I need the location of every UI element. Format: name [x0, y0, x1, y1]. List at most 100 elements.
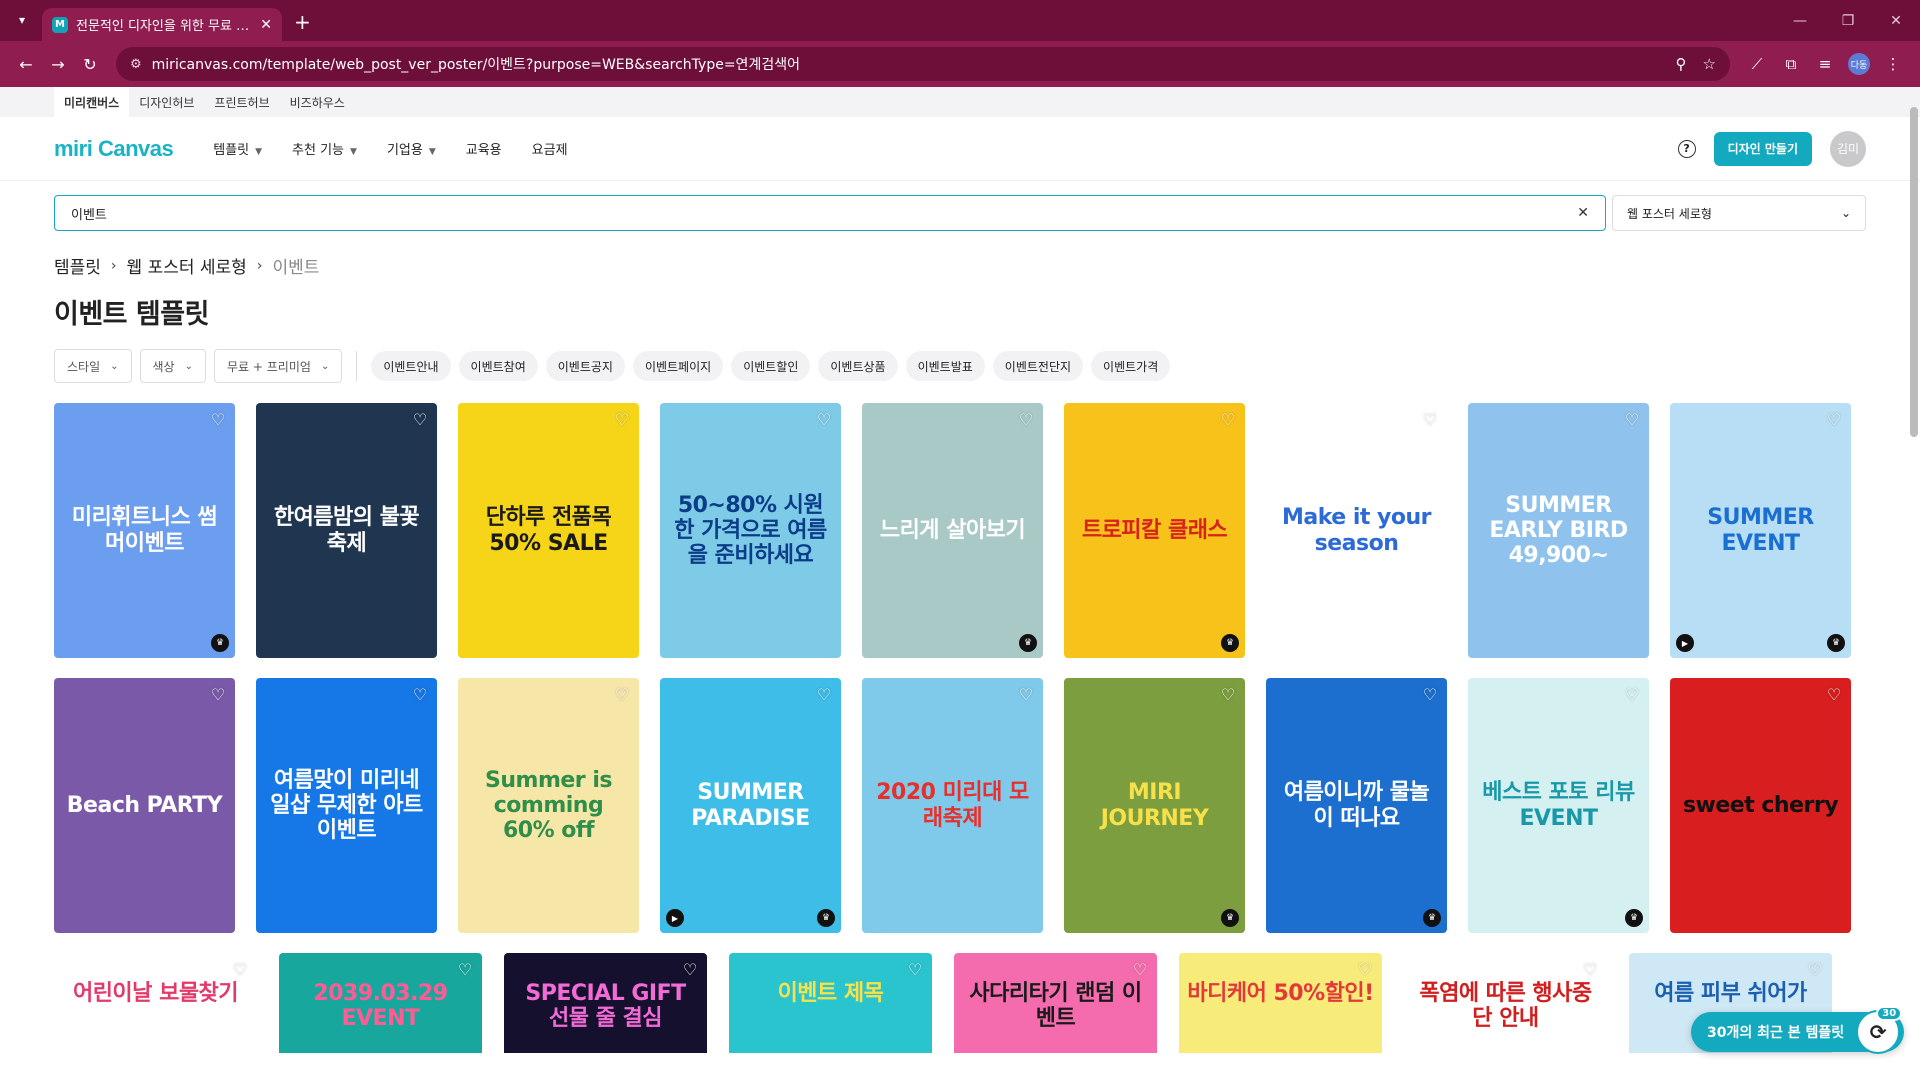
template-search-input[interactable]: 이벤트 ✕ — [54, 195, 1606, 231]
minimize-icon[interactable]: — — [1776, 0, 1824, 41]
miricanvas-logo[interactable]: miri Canvas — [54, 136, 174, 162]
extension-icon[interactable]: ⟋ — [1740, 48, 1774, 80]
media-control-icon[interactable]: ≡ — [1808, 48, 1842, 80]
forward-arrow-icon[interactable]: → — [42, 48, 74, 80]
template-card[interactable]: 폭염에 따른 행사중단 안내 ♡ — [1404, 953, 1607, 1053]
site-info-icon[interactable]: ⚙ — [130, 57, 142, 72]
nav-features[interactable]: 추천 기능 ▼ — [292, 139, 357, 158]
browser-tab[interactable]: M 전문적인 디자인을 위한 무료 디자인 ✕ — [42, 8, 282, 41]
template-card[interactable]: 50~80% 시원한 가격으로 여름을 준비하세요 ♡ — [660, 403, 841, 658]
template-card[interactable]: 미리휘트니스 썸머이벤트 ♡ ♛ — [54, 403, 235, 658]
keyword-chip[interactable]: 이벤트참여 — [458, 351, 538, 381]
favorite-heart-icon[interactable]: ♡ — [1421, 411, 1439, 429]
favorite-heart-icon[interactable]: ♡ — [1825, 411, 1843, 429]
profile-avatar[interactable]: 다동 — [1848, 53, 1870, 75]
template-card[interactable]: SUMMER EVENT ♡ ♛ ▶ — [1670, 403, 1851, 658]
keyword-chip[interactable]: 이벤트할인 — [731, 351, 811, 381]
tab-close-icon[interactable]: ✕ — [260, 17, 272, 33]
favorite-heart-icon[interactable]: ♡ — [1131, 961, 1149, 979]
site-link-bizhouse[interactable]: 비즈하우스 — [280, 87, 355, 117]
keyword-chip[interactable]: 이벤트안내 — [371, 351, 451, 381]
color-filter-dropdown[interactable]: 색상 ⌄ — [139, 349, 206, 383]
keyword-chip[interactable]: 이벤트전단지 — [992, 351, 1084, 381]
favorite-heart-icon[interactable]: ♡ — [231, 961, 249, 979]
zoom-icon[interactable]: ⚲ — [1676, 55, 1687, 73]
template-card[interactable]: 2020 미리대 모래축제 ♡ — [862, 678, 1043, 933]
favorite-heart-icon[interactable]: ♡ — [613, 411, 631, 429]
favorite-heart-icon[interactable]: ♡ — [1581, 961, 1599, 979]
create-design-button[interactable]: 디자인 만들기 — [1713, 131, 1812, 166]
window-close-icon[interactable]: ✕ — [1872, 0, 1920, 41]
favorite-heart-icon[interactable]: ♡ — [681, 961, 699, 979]
template-card[interactable]: 베스트 포토 리뷰 EVENT ♡ ♛ — [1468, 678, 1649, 933]
breadcrumb-web-poster[interactable]: 웹 포스터 세로형 — [127, 253, 247, 278]
price-filter-dropdown[interactable]: 무료 + 프리미엄 ⌄ — [214, 349, 343, 383]
page-scrollbar[interactable] — [1910, 107, 1918, 437]
favorite-heart-icon[interactable]: ♡ — [815, 411, 833, 429]
favorite-heart-icon[interactable]: ♡ — [1825, 686, 1843, 704]
keyword-chip[interactable]: 이벤트발표 — [905, 351, 985, 381]
nav-templates[interactable]: 템플릿 ▼ — [213, 139, 262, 158]
reload-icon[interactable]: ↻ — [74, 48, 106, 80]
favorite-heart-icon[interactable]: ♡ — [411, 411, 429, 429]
nav-education[interactable]: 교육용 — [466, 139, 502, 158]
favorite-heart-icon[interactable]: ♡ — [1017, 686, 1035, 704]
template-card[interactable]: Beach PARTY ♡ — [54, 678, 235, 933]
favorite-heart-icon[interactable]: ♡ — [209, 411, 227, 429]
favorite-heart-icon[interactable]: ♡ — [456, 961, 474, 979]
favorite-heart-icon[interactable]: ♡ — [209, 686, 227, 704]
site-link-designhub[interactable]: 디자인허브 — [129, 87, 204, 117]
template-type-select[interactable]: 웹 포스터 세로형 ⌄ — [1612, 195, 1866, 231]
back-arrow-icon[interactable]: ← — [10, 48, 42, 80]
template-card[interactable]: 사다리타기 랜덤 이벤트 ♡ — [954, 953, 1157, 1053]
favorite-heart-icon[interactable]: ♡ — [1623, 411, 1641, 429]
template-card[interactable]: sweet cherry ♡ — [1670, 678, 1851, 933]
template-card[interactable]: 여름이니까 물놀이 떠나요 ♡ ♛ — [1266, 678, 1447, 933]
template-card[interactable]: 2039.03.29 EVENT ♡ — [279, 953, 482, 1053]
new-tab-plus-icon[interactable]: + — [294, 10, 311, 34]
breadcrumb-templates[interactable]: 템플릿 — [54, 253, 101, 278]
address-bar[interactable]: ⚙ miricanvas.com/template/web_post_ver_p… — [116, 47, 1730, 81]
keyword-chip[interactable]: 이벤트페이지 — [632, 351, 724, 381]
favorite-heart-icon[interactable]: ♡ — [1219, 686, 1237, 704]
clear-search-icon[interactable]: ✕ — [1577, 205, 1589, 221]
template-card[interactable]: SPECIAL GIFT 선물 줄 결심 ♡ — [504, 953, 707, 1053]
extensions-puzzle-icon[interactable]: ⧉ — [1774, 48, 1808, 80]
template-card[interactable]: 여름맞이 미리네일샵 무제한 아트 이벤트 ♡ — [256, 678, 437, 933]
nav-pricing[interactable]: 요금제 — [532, 139, 568, 158]
template-card[interactable]: 느리게 살아보기 ♡ ♛ — [862, 403, 1043, 658]
favorite-heart-icon[interactable]: ♡ — [1219, 411, 1237, 429]
template-card[interactable]: Make it your season ♡ — [1266, 403, 1447, 658]
bookmark-star-icon[interactable]: ☆ — [1703, 55, 1716, 73]
favorite-heart-icon[interactable]: ♡ — [613, 686, 631, 704]
template-card[interactable]: 한여름밤의 불꽃축제 ♡ — [256, 403, 437, 658]
template-card[interactable]: 단하루 전품목 50% SALE ♡ — [458, 403, 639, 658]
keyword-chip[interactable]: 이벤트가격 — [1091, 351, 1171, 381]
user-avatar[interactable]: 김미 — [1830, 130, 1866, 167]
template-card[interactable]: MIRI JOURNEY ♡ ♛ — [1064, 678, 1245, 933]
template-card[interactable]: 바디케어 50%할인! ♡ — [1179, 953, 1382, 1053]
help-question-icon[interactable]: ? — [1677, 139, 1696, 158]
template-card[interactable]: 이벤트 제목 ♡ — [729, 953, 932, 1053]
keyword-chip[interactable]: 이벤트공지 — [545, 351, 625, 381]
browser-menu-icon[interactable]: ⋮ — [1876, 48, 1910, 80]
nav-business[interactable]: 기업용 ▼ — [387, 139, 436, 158]
template-card[interactable]: SUMMER EARLY BIRD 49,900~ ♡ — [1468, 403, 1649, 658]
favorite-heart-icon[interactable]: ♡ — [906, 961, 924, 979]
keyword-chip[interactable]: 이벤트상품 — [818, 351, 898, 381]
recent-templates-button[interactable]: 30개의 최근 본 템플릿 ⟳ 30 — [1691, 1006, 1905, 1054]
site-link-miricanvas[interactable]: 미리캔버스 — [54, 87, 130, 117]
template-card[interactable]: Summer is comming 60% off ♡ — [458, 678, 639, 933]
template-card[interactable]: 어린이날 보물찾기 ♡ — [54, 953, 257, 1053]
site-link-printhub[interactable]: 프린트허브 — [204, 87, 279, 117]
favorite-heart-icon[interactable]: ♡ — [1017, 411, 1035, 429]
favorite-heart-icon[interactable]: ♡ — [411, 686, 429, 704]
favorite-heart-icon[interactable]: ♡ — [1356, 961, 1374, 979]
favorite-heart-icon[interactable]: ♡ — [1421, 686, 1439, 704]
tab-search-chevron-icon[interactable]: ▾ — [8, 6, 36, 34]
style-filter-dropdown[interactable]: 스타일 ⌄ — [54, 349, 132, 383]
restore-icon[interactable]: ❐ — [1824, 0, 1872, 41]
template-card[interactable]: SUMMER PARADISE ♡ ♛ ▶ — [660, 678, 841, 933]
favorite-heart-icon[interactable]: ♡ — [1806, 961, 1824, 979]
template-card[interactable]: 트로피칼 클래스 ♡ ♛ — [1064, 403, 1245, 658]
